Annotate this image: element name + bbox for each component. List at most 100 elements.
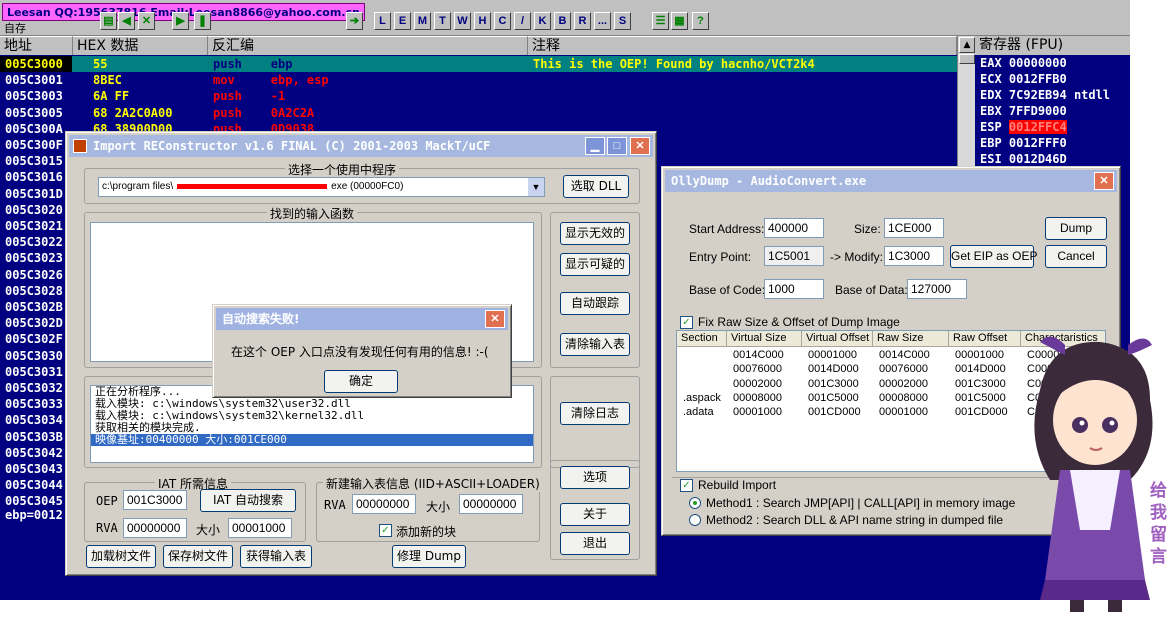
iat-autosearch-button[interactable]: IAT 自动搜索	[200, 489, 296, 512]
register-ebp[interactable]: EBP 0012FFF0	[975, 135, 1130, 151]
alert-ok-button[interactable]: 确定	[324, 370, 398, 393]
toolbar-icon-grid[interactable]: ▦	[671, 12, 688, 30]
register-esi[interactable]: ESI 0012D46D	[975, 151, 1130, 167]
exit-button[interactable]: 退出	[560, 532, 630, 555]
base-code-field[interactable]: 1000	[764, 279, 824, 299]
auto-trace-button[interactable]: 自动跟踪	[560, 292, 630, 315]
load-tree-button[interactable]: 加载树文件	[86, 545, 156, 568]
toolbar-button-0[interactable]: L	[374, 12, 391, 30]
chevron-down-icon[interactable]: ▼	[528, 178, 544, 196]
maximize-icon[interactable]: □	[607, 137, 627, 155]
sections-cell: 00076000	[733, 363, 782, 376]
process-select[interactable]: c:\program files\ exe (00000FC0) ▼	[98, 177, 545, 197]
oep-field[interactable]: 001C3000	[123, 490, 187, 510]
add-section-checkbox[interactable]: ✓	[379, 524, 392, 537]
alert-close-icon[interactable]: ✕	[485, 310, 505, 328]
toolbar-button-8[interactable]: K	[534, 12, 551, 30]
clear-imports-button[interactable]: 清除输入表	[560, 333, 630, 356]
rva-field[interactable]: 00000000	[123, 518, 187, 538]
get-imports-button[interactable]: 获得输入表	[240, 545, 312, 568]
register-name: EBP	[980, 136, 1002, 150]
rebuild-import-checkbox[interactable]: ✓	[680, 479, 693, 492]
fix-dump-button[interactable]: 修理 Dump	[392, 545, 466, 568]
options-button[interactable]: 选项	[560, 466, 630, 489]
toolbar-icon-run[interactable]: ▶	[172, 12, 189, 30]
pick-dll-button[interactable]: 选取 DLL	[563, 175, 629, 198]
disasm-row[interactable]: 005C3000 55 push ebp This is the OEP! Found…	[0, 56, 957, 72]
disasm-row[interactable]: 005C3005 68 2A2C0A00 push 0A2C2A	[0, 105, 957, 121]
show-invalid-button[interactable]: 显示无效的	[560, 222, 630, 245]
modify-field[interactable]: 1C3000	[884, 246, 944, 266]
leave-message-text: 给我留言	[1150, 481, 1167, 567]
column-address[interactable]: 地址	[0, 36, 73, 55]
show-suspect-button[interactable]: 显示可疑的	[560, 253, 630, 276]
method1-radio[interactable]	[689, 497, 701, 509]
row-addr: 005C3015	[5, 154, 63, 169]
toolbar-button-5[interactable]: H	[474, 12, 491, 30]
toolbar-button-6[interactable]: C	[494, 12, 511, 30]
column-comment[interactable]: 注释	[528, 36, 957, 55]
row-addr: 005C3005	[5, 105, 63, 120]
toolbar-button-10[interactable]: R	[574, 12, 591, 30]
sections-column-header[interactable]: Raw Size	[873, 331, 949, 347]
oep-label: OEP	[96, 494, 118, 508]
size-field[interactable]: 00001000	[228, 518, 292, 538]
toolbar-button-3[interactable]: T	[434, 12, 451, 30]
toolbar-button-1[interactable]: E	[394, 12, 411, 30]
new-rva-field[interactable]: 00000000	[352, 494, 416, 514]
sections-cell: 0014C000	[733, 349, 784, 361]
register-value: 0012FFC4	[1008, 120, 1067, 134]
scroll-up-icon[interactable]: ▲	[959, 37, 975, 53]
start-address-field[interactable]: 400000	[764, 218, 824, 238]
toolbar-button-11[interactable]: ...	[594, 12, 611, 30]
toolbar-icon-list[interactable]: ☰	[652, 12, 669, 30]
minimize-icon[interactable]: ▁	[585, 137, 605, 155]
sections-cell: 001CD000	[955, 406, 1008, 419]
get-eip-button[interactable]: Get EIP as OEP	[950, 245, 1037, 268]
toolbar-button-7[interactable]: /	[514, 12, 531, 30]
row-addr: 005C3022	[5, 235, 63, 250]
sections-column-header[interactable]: Virtual Size	[727, 331, 802, 347]
sections-cell: .aspack	[683, 391, 721, 404]
size-label: 大小	[196, 523, 221, 537]
column-disasm[interactable]: 反汇编	[208, 36, 528, 55]
od-size-field[interactable]: 1CE000	[884, 218, 944, 238]
toolbar-icon-close[interactable]: ✕	[138, 12, 155, 30]
row-addr: 005C300F	[5, 138, 63, 152]
redaction-mark	[177, 183, 328, 189]
toolbar-icon-help[interactable]: ?	[692, 12, 709, 30]
base-data-field[interactable]: 127000	[907, 279, 967, 299]
column-hex[interactable]: HEX 数据	[73, 36, 208, 55]
method2-radio[interactable]	[689, 514, 701, 526]
alert-message: 在这个 OEP 入口点没有发现任何有用的信息! :-(	[231, 345, 489, 359]
toolbar-icon-open[interactable]: ▤	[100, 12, 117, 30]
disasm-row[interactable]: 005C3003 6A FF push -1	[0, 88, 957, 104]
scroll-thumb[interactable]	[959, 54, 975, 64]
clear-log-button[interactable]: 清除日志	[560, 402, 630, 425]
sections-column-header[interactable]: Section	[677, 331, 727, 347]
new-size-field[interactable]: 00000000	[459, 494, 523, 514]
toolbar-button-12[interactable]: S	[614, 12, 631, 30]
ollydump-close-icon[interactable]: ✕	[1094, 172, 1114, 190]
toolbar-icon-restart[interactable]: ◀	[118, 12, 135, 30]
register-ecx[interactable]: ECX 0012FFB0	[975, 71, 1130, 87]
close-icon[interactable]: ✕	[630, 137, 650, 155]
register-ebx[interactable]: EBX 7FFD9000	[975, 103, 1130, 119]
toolbar-icon-goto[interactable]: ➔	[346, 12, 363, 30]
toolbar-button-9[interactable]: B	[554, 12, 571, 30]
toolbar-button-2[interactable]: M	[414, 12, 431, 30]
sections-column-header[interactable]: Virtual Offset	[802, 331, 873, 347]
toolbar-icon-pause[interactable]: ❚	[194, 12, 211, 30]
cancel-button[interactable]: Cancel	[1045, 245, 1107, 268]
dump-button[interactable]: Dump	[1045, 217, 1107, 240]
toolbar-button-4[interactable]: W	[454, 12, 471, 30]
save-tree-button[interactable]: 保存树文件	[163, 545, 233, 568]
register-edx[interactable]: EDX 7C92EB94 ntdll	[975, 87, 1130, 103]
about-button[interactable]: 关于	[560, 503, 630, 526]
log-line: 映像基址:00400000 大小:001CE000	[91, 434, 533, 446]
fix-raw-label: Fix Raw Size & Offset of Dump Image	[698, 315, 900, 329]
fix-raw-checkbox[interactable]: ✓	[680, 316, 693, 329]
disasm-row[interactable]: 005C3001 8BEC mov ebp, esp	[0, 72, 957, 88]
register-eax[interactable]: EAX 00000000	[975, 55, 1130, 71]
register-esp[interactable]: ESP 0012FFC4	[975, 119, 1130, 135]
